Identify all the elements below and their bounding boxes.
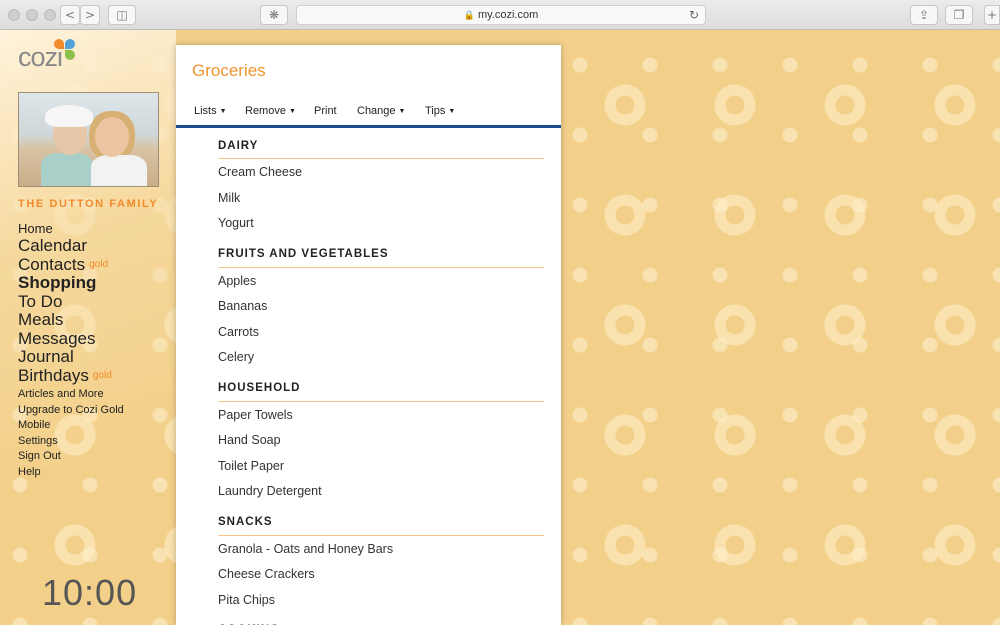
list-item[interactable]: Toilet Paper xyxy=(218,453,544,479)
gold-badge: gold xyxy=(92,369,112,381)
nav-sign-out[interactable]: Sign Out xyxy=(18,449,124,465)
list-item[interactable]: Apples xyxy=(218,268,544,294)
nav-upgrade[interactable]: Upgrade to Cozi Gold xyxy=(18,403,124,419)
reload-icon[interactable]: ↻ xyxy=(689,6,699,24)
chevron-down-icon: ▼ xyxy=(448,108,456,115)
nav-help[interactable]: Help xyxy=(18,465,124,481)
nav-articles[interactable]: Articles and More xyxy=(18,387,124,403)
logo-petal-icon xyxy=(65,39,75,49)
list-item[interactable]: Granola - Oats and Honey Bars xyxy=(218,536,544,562)
lock-icon: 🔒 xyxy=(463,10,475,20)
list-item[interactable]: Hand Soap xyxy=(218,427,544,453)
shopping-list: DAIRY Cream Cheese Milk Yogurt FRUITS AN… xyxy=(218,128,544,625)
list-item[interactable]: Cream Cheese xyxy=(218,159,544,185)
nav-journal[interactable]: Journal xyxy=(18,347,124,367)
list-item[interactable]: Cheese Crackers xyxy=(218,561,544,587)
url-text: my.cozi.com xyxy=(477,9,539,21)
browser-toolbar: < > ◫ ❋ 🔒 my.cozi.com ↻ ⇪ ❐ + xyxy=(0,0,1000,30)
logo-petal-icon xyxy=(65,50,75,60)
list-item[interactable]: Milk xyxy=(218,185,544,211)
chevron-down-icon: ▼ xyxy=(398,108,406,115)
category-header: SNACKS xyxy=(218,504,544,536)
nav-calendar[interactable]: Calendar xyxy=(18,236,124,256)
forward-button[interactable]: > xyxy=(80,5,100,25)
list-item[interactable]: Celery xyxy=(218,344,544,370)
change-menu-button[interactable]: Change ▼ xyxy=(357,105,405,117)
sidebar-nav: Home Calendar Contacts gold Shopping To D… xyxy=(18,221,124,480)
logo-petal-icon xyxy=(54,39,64,49)
nav-mobile[interactable]: Mobile xyxy=(18,418,124,434)
nav-shopping[interactable]: Shopping xyxy=(18,273,124,293)
cozi-logo[interactable]: cozi xyxy=(18,39,75,73)
family-photo[interactable] xyxy=(18,92,159,187)
category-header: HOUSEHOLD xyxy=(218,370,544,402)
chevron-down-icon: ▼ xyxy=(288,108,296,115)
print-button[interactable]: Print xyxy=(314,105,337,117)
list-item[interactable]: Paper Towels xyxy=(218,402,544,428)
nav-settings[interactable]: Settings xyxy=(18,434,124,450)
list-item[interactable]: Yogurt xyxy=(218,210,544,236)
minimize-window-icon[interactable] xyxy=(26,9,38,21)
gold-badge: gold xyxy=(89,258,108,270)
nav-meals[interactable]: Meals xyxy=(18,310,124,330)
nav-contacts[interactable]: Contacts gold xyxy=(18,255,124,275)
tabs-overview-icon[interactable]: ❐ xyxy=(945,5,973,25)
list-item[interactable]: Carrots xyxy=(218,319,544,345)
remove-menu-button[interactable]: Remove ▼ xyxy=(245,105,296,117)
list-item[interactable]: Bananas xyxy=(218,293,544,319)
tips-menu-button[interactable]: Tips ▼ xyxy=(425,105,455,117)
category-header: COOKING xyxy=(218,612,544,625)
zoom-window-icon[interactable] xyxy=(44,9,56,21)
share-icon[interactable]: ⇪ xyxy=(910,5,938,25)
nav-birthdays[interactable]: Birthdays gold xyxy=(18,366,124,386)
chevron-down-icon: ▼ xyxy=(219,108,227,115)
close-window-icon[interactable] xyxy=(8,9,20,21)
list-item[interactable]: Laundry Detergent xyxy=(218,478,544,504)
page-title: Groceries xyxy=(192,61,266,80)
nav-messages[interactable]: Messages xyxy=(18,329,124,349)
lists-menu-button[interactable]: Lists ▼ xyxy=(194,105,227,117)
family-name: THE DUTTON FAMILY xyxy=(18,198,159,210)
list-item[interactable]: Pita Chips xyxy=(218,587,544,613)
shopping-list-panel: Groceries Lists ▼ Remove ▼ Print Change ▼ T… xyxy=(176,45,561,625)
category-header: DAIRY xyxy=(218,128,544,159)
sidebar-toggle-icon[interactable]: ◫ xyxy=(108,5,136,25)
nav-to-do[interactable]: To Do xyxy=(18,292,124,312)
nav-home[interactable]: Home xyxy=(18,221,124,237)
new-tab-icon[interactable]: + xyxy=(984,5,1000,25)
address-bar[interactable]: 🔒 my.cozi.com ↻ xyxy=(296,5,706,25)
back-button[interactable]: < xyxy=(60,5,80,25)
category-header: FRUITS AND VEGETABLES xyxy=(218,236,544,268)
clock: 10:00 xyxy=(42,572,138,613)
extension-icon[interactable]: ❋ xyxy=(260,5,288,25)
